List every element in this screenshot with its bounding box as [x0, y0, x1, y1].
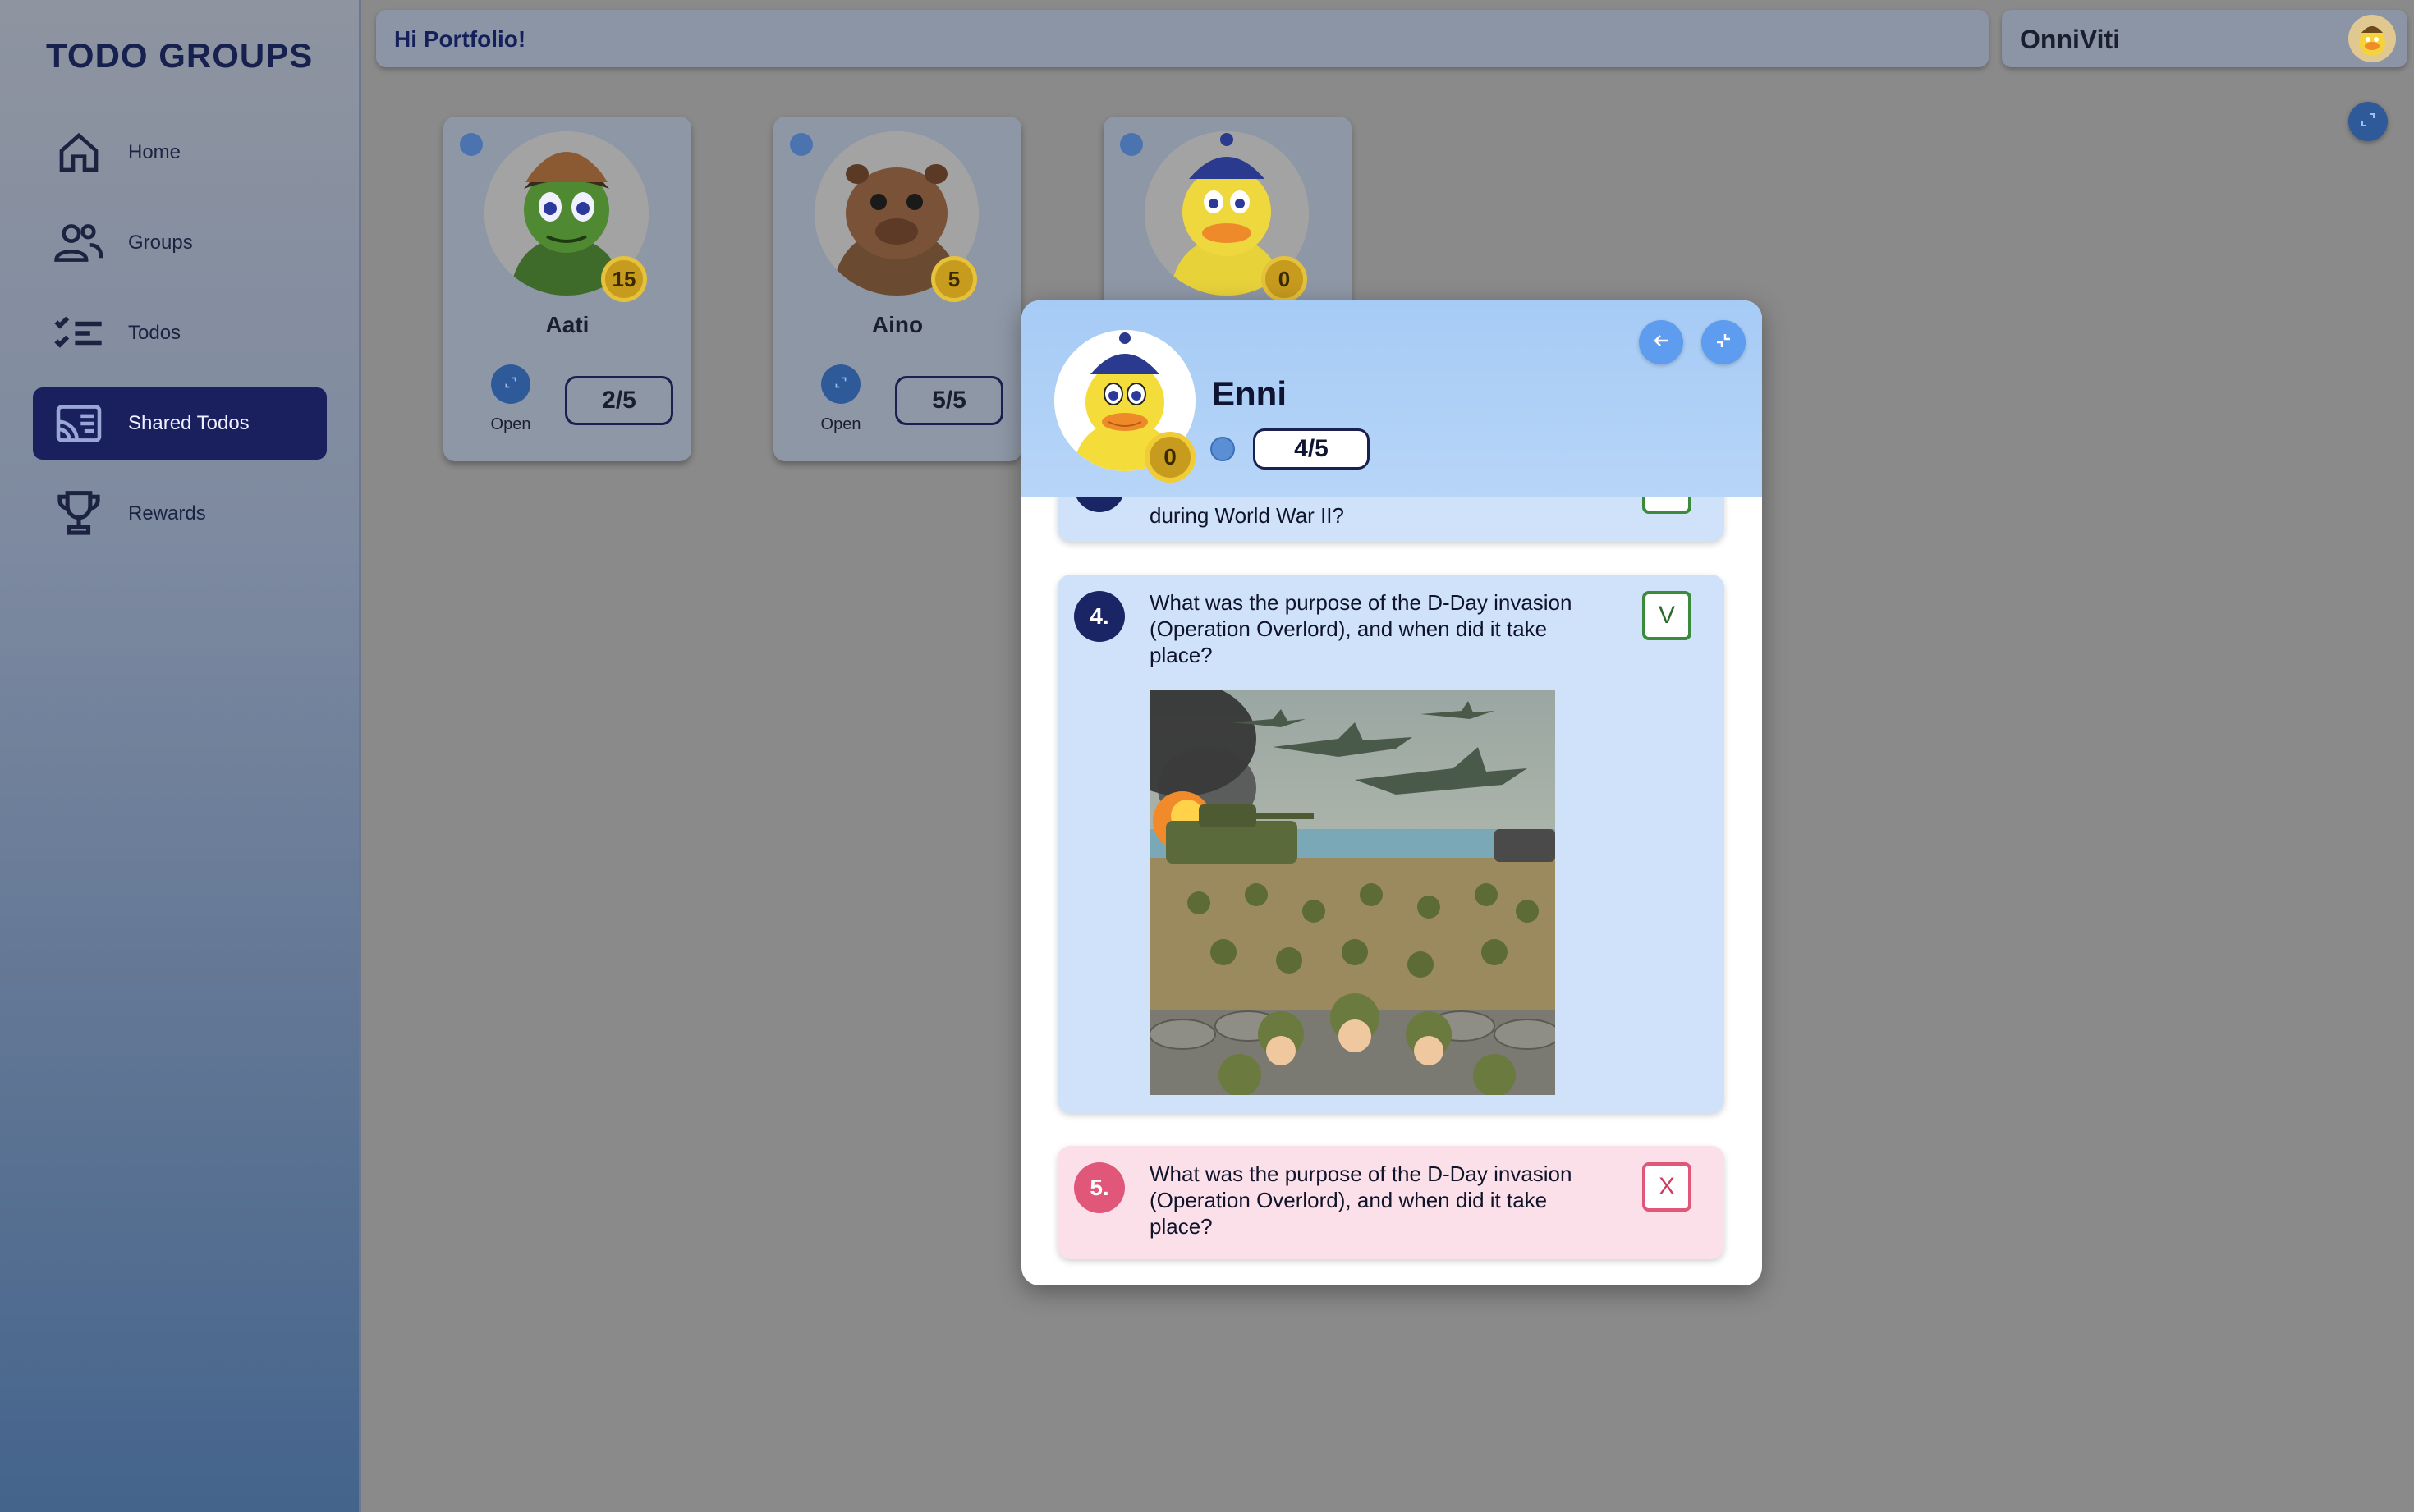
status-dot: [790, 133, 813, 156]
expand-icon: [2360, 112, 2376, 132]
users-icon: [49, 213, 108, 273]
greeting-bar: Hi Portfolio!: [376, 10, 1989, 67]
question-text: What was the purpose of the D-Day invasi…: [1150, 590, 1572, 667]
open-button[interactable]: [821, 364, 861, 404]
username: OnniViti: [2020, 25, 2121, 54]
sidebar-item-home[interactable]: Home: [33, 117, 327, 189]
answer-mark-button[interactable]: V: [1642, 591, 1691, 640]
member-detail-modal: 0 Enni 4/5 3. during World War II? V 4. …: [1021, 300, 1762, 1285]
back-button[interactable]: [1639, 320, 1683, 364]
greeting-text: Hi Portfolio!: [394, 26, 526, 52]
expand-button[interactable]: [2348, 102, 2388, 141]
question-item: 4. What was the purpose of the D-Day inv…: [1058, 575, 1724, 1113]
sidebar-item-label: Home: [128, 141, 181, 163]
status-dot: [460, 133, 483, 156]
collapse-icon: [1714, 332, 1732, 354]
status-dot: [1210, 437, 1235, 461]
cast-icon: [49, 394, 108, 453]
modal-header: 0 Enni 4/5: [1021, 300, 1762, 497]
collapse-button[interactable]: [1701, 320, 1746, 364]
member-name: Aati: [545, 312, 590, 337]
answer-mark-button[interactable]: X: [1642, 1162, 1691, 1212]
question-list[interactable]: 3. during World War II? V 4. What was th…: [1021, 432, 1762, 1285]
expand-icon: [834, 376, 847, 393]
member-card[interactable]: 5 Aino Open 5/5: [773, 117, 1021, 461]
member-name: Enni: [1212, 374, 1287, 413]
score-badge: 5/5: [895, 376, 1003, 425]
avatar[interactable]: [2348, 15, 2396, 62]
open-label: Open: [490, 415, 531, 433]
status-dot: [1120, 133, 1143, 156]
sidebar-item-label: Shared Todos: [128, 412, 250, 434]
app-brand: TODO GROUPS: [46, 36, 314, 75]
home-icon: [49, 123, 108, 182]
score-badge: 4/5: [1253, 428, 1370, 470]
coin-badge: 0: [1261, 256, 1307, 302]
member-name: Aino: [871, 312, 924, 337]
sidebar-item-groups[interactable]: Groups: [33, 207, 327, 279]
sidebar-item-shared-todos[interactable]: Shared Todos: [33, 387, 327, 460]
sidebar-item-rewards[interactable]: Rewards: [33, 478, 327, 550]
question-item: 5. What was the purpose of the D-Day inv…: [1058, 1146, 1724, 1259]
expand-icon: [504, 376, 517, 393]
score-badge: 2/5: [565, 376, 673, 425]
checklist-icon: [49, 304, 108, 363]
question-text: during World War II?: [1150, 503, 1344, 528]
sidebar-item-todos[interactable]: Todos: [33, 297, 327, 369]
coin-badge: 15: [601, 256, 647, 302]
member-card[interactable]: 15 Aati Open 2/5: [443, 117, 691, 461]
trophy-icon: [49, 484, 108, 543]
question-image: [1150, 690, 1555, 1095]
arrow-left-icon: [1651, 331, 1671, 355]
question-number: 5.: [1074, 1162, 1125, 1213]
sidebar-item-label: Todos: [128, 322, 181, 344]
coin-badge: 0: [1145, 432, 1196, 483]
question-number: 4.: [1074, 591, 1125, 642]
open-label: Open: [820, 415, 861, 433]
sidebar-item-label: Rewards: [128, 502, 206, 525]
open-button[interactable]: [491, 364, 530, 404]
coin-badge: 5: [931, 256, 977, 302]
user-bar[interactable]: OnniViti: [2002, 10, 2407, 67]
sidebar: TODO GROUPS Home Groups Todos Shared Tod…: [0, 0, 361, 1512]
sidebar-item-label: Groups: [128, 231, 193, 254]
question-text: What was the purpose of the D-Day invasi…: [1150, 1161, 1572, 1239]
